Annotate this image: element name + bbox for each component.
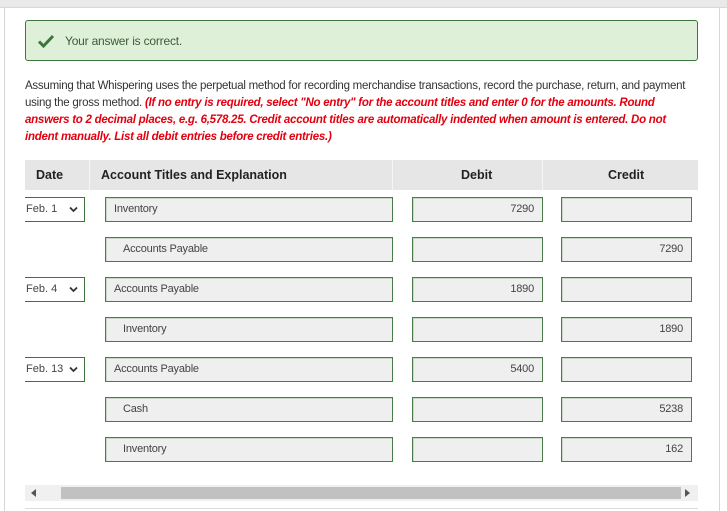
credit-input[interactable]: 7290	[561, 237, 692, 262]
date-value: Feb. 13	[26, 363, 64, 375]
header-debit: Debit	[461, 168, 493, 182]
date-select[interactable]: Feb. 13	[25, 357, 85, 382]
date-value: Feb. 4	[26, 283, 58, 295]
debit-input[interactable]	[412, 397, 543, 422]
arrow-right-icon[interactable]	[685, 489, 690, 497]
journal-row: Feb. 13 Accounts Payable 5400	[0, 357, 727, 383]
date-select[interactable]: Feb. 4	[25, 277, 85, 302]
chevron-down-icon	[69, 286, 78, 293]
debit-input[interactable]: 5400	[412, 357, 543, 382]
journal-row: Inventory 1890	[0, 317, 727, 343]
horizontal-scrollbar[interactable]	[25, 485, 698, 501]
header-divider	[542, 160, 543, 190]
account-title-input[interactable]: Accounts Payable	[105, 277, 393, 302]
question-text: Assuming that Whispering uses the perpet…	[25, 78, 700, 146]
account-title-input[interactable]: Inventory	[105, 317, 393, 342]
journal-row: Feb. 4 Accounts Payable 1890	[0, 277, 727, 303]
account-title-input[interactable]: Cash	[105, 397, 393, 422]
date-value: Feb. 1	[26, 203, 58, 215]
header-account: Account Titles and Explanation	[101, 168, 287, 182]
credit-input[interactable]	[561, 197, 692, 222]
journal-row: Inventory 162	[0, 437, 727, 463]
header-credit: Credit	[608, 168, 645, 182]
arrow-left-icon[interactable]	[31, 489, 36, 497]
credit-input[interactable]	[561, 357, 692, 382]
feedback-message: Your answer is correct.	[65, 33, 183, 48]
top-bar	[0, 0, 727, 8]
credit-input[interactable]: 5238	[561, 397, 692, 422]
header-divider	[392, 160, 393, 190]
chevron-down-icon	[69, 206, 78, 213]
account-title-input[interactable]: Inventory	[105, 437, 393, 462]
credit-input[interactable]: 1890	[561, 317, 692, 342]
debit-input[interactable]: 1890	[412, 277, 543, 302]
debit-input[interactable]	[412, 237, 543, 262]
journal-row: Accounts Payable 7290	[0, 237, 727, 263]
checkmark-icon	[38, 34, 54, 48]
credit-input[interactable]	[561, 277, 692, 302]
chevron-down-icon	[69, 366, 78, 373]
debit-input[interactable]	[412, 437, 543, 462]
account-title-input[interactable]: Inventory	[105, 197, 393, 222]
feedback-banner: Your answer is correct.	[25, 20, 698, 61]
date-select[interactable]: Feb. 1	[25, 197, 85, 222]
debit-input[interactable]	[412, 317, 543, 342]
credit-input[interactable]: 162	[561, 437, 692, 462]
account-title-input[interactable]: Accounts Payable	[105, 357, 393, 382]
journal-table-header: Date Account Titles and Explanation Debi…	[25, 160, 698, 190]
journal-row: Feb. 1 Inventory 7290	[0, 197, 727, 223]
header-divider	[89, 160, 90, 190]
account-title-input[interactable]: Accounts Payable	[105, 237, 393, 262]
header-date: Date	[36, 168, 64, 182]
scrollbar-thumb[interactable]	[61, 487, 681, 499]
journal-row: Cash 5238	[0, 397, 727, 423]
debit-input[interactable]: 7290	[412, 197, 543, 222]
